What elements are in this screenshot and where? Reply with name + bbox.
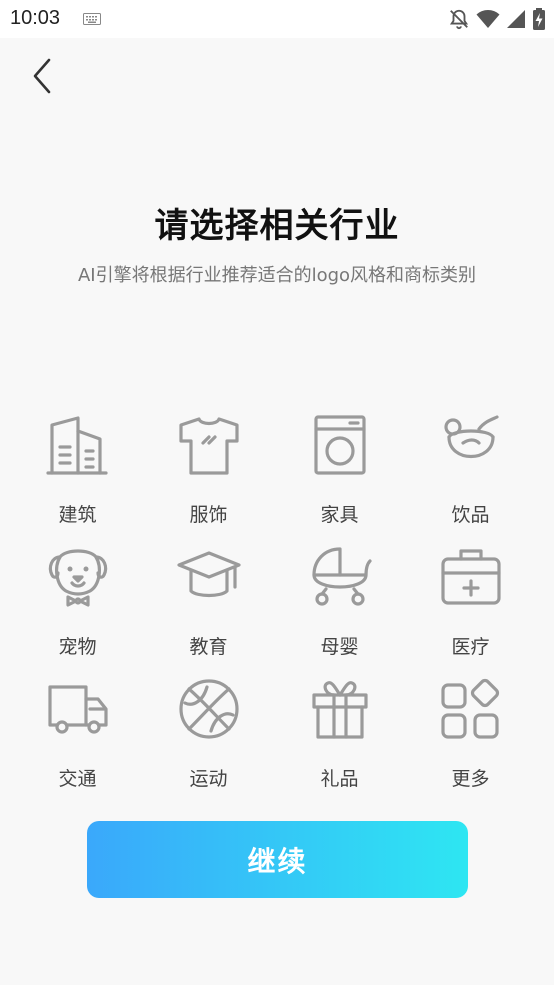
industry-furniture[interactable]: 家具 bbox=[274, 412, 405, 544]
status-icons bbox=[448, 6, 546, 32]
industry-maternity[interactable]: 母婴 bbox=[274, 544, 405, 676]
industry-grid: 建筑 服饰 家具 饮品 宠物 教育 母婴 医疗 交通 运动 礼品 更多 bbox=[12, 412, 542, 808]
truck-icon bbox=[46, 676, 110, 742]
cellular-signal-icon bbox=[507, 10, 525, 28]
industry-drinks[interactable]: 饮品 bbox=[405, 412, 536, 544]
more-grid-icon bbox=[439, 676, 503, 742]
industry-label: 家具 bbox=[320, 504, 359, 526]
back-button[interactable] bbox=[22, 56, 62, 96]
industry-sports[interactable]: 运动 bbox=[143, 676, 274, 808]
drink-cup-icon bbox=[439, 412, 503, 478]
industry-gifts[interactable]: 礼品 bbox=[274, 676, 405, 808]
status-time: 10:03 bbox=[10, 7, 61, 29]
battery-charging-icon bbox=[533, 8, 545, 30]
tshirt-icon bbox=[177, 412, 241, 478]
chevron-left-icon bbox=[33, 58, 51, 94]
keyboard-icon bbox=[83, 13, 101, 25]
building-icon bbox=[45, 412, 110, 478]
bell-off-icon bbox=[449, 9, 469, 30]
continue-button[interactable]: 继续 bbox=[87, 821, 468, 898]
industry-label: 服饰 bbox=[189, 504, 228, 526]
wifi-icon bbox=[476, 10, 500, 28]
industry-label: 更多 bbox=[451, 768, 490, 790]
industry-more[interactable]: 更多 bbox=[405, 676, 536, 808]
gift-icon bbox=[308, 676, 372, 742]
industry-medical[interactable]: 医疗 bbox=[405, 544, 536, 676]
industry-education[interactable]: 教育 bbox=[143, 544, 274, 676]
industry-label: 医疗 bbox=[451, 636, 490, 658]
status-bar: 10:03 bbox=[0, 0, 554, 38]
page-title: 请选择相关行业 bbox=[154, 206, 400, 246]
industry-label: 宠物 bbox=[58, 636, 97, 658]
industry-label: 母婴 bbox=[320, 636, 359, 658]
washing-machine-icon bbox=[308, 412, 372, 478]
industry-pets[interactable]: 宠物 bbox=[12, 544, 143, 676]
graduation-cap-icon bbox=[176, 544, 241, 610]
industry-label: 礼品 bbox=[320, 768, 359, 790]
medical-kit-icon bbox=[439, 544, 503, 610]
industry-label: 建筑 bbox=[58, 504, 97, 526]
industry-building[interactable]: 建筑 bbox=[12, 412, 143, 544]
baby-stroller-icon bbox=[308, 544, 372, 610]
dog-icon bbox=[46, 544, 110, 610]
basketball-icon bbox=[177, 676, 241, 742]
industry-transport[interactable]: 交通 bbox=[12, 676, 143, 808]
industry-label: 运动 bbox=[189, 768, 228, 790]
page-subtitle: AI引擎将根据行业推荐适合的logo风格和商标类别 bbox=[77, 265, 477, 286]
industry-apparel[interactable]: 服饰 bbox=[143, 412, 274, 544]
industry-label: 教育 bbox=[189, 636, 228, 658]
industry-label: 饮品 bbox=[451, 504, 490, 526]
industry-label: 交通 bbox=[58, 768, 97, 790]
